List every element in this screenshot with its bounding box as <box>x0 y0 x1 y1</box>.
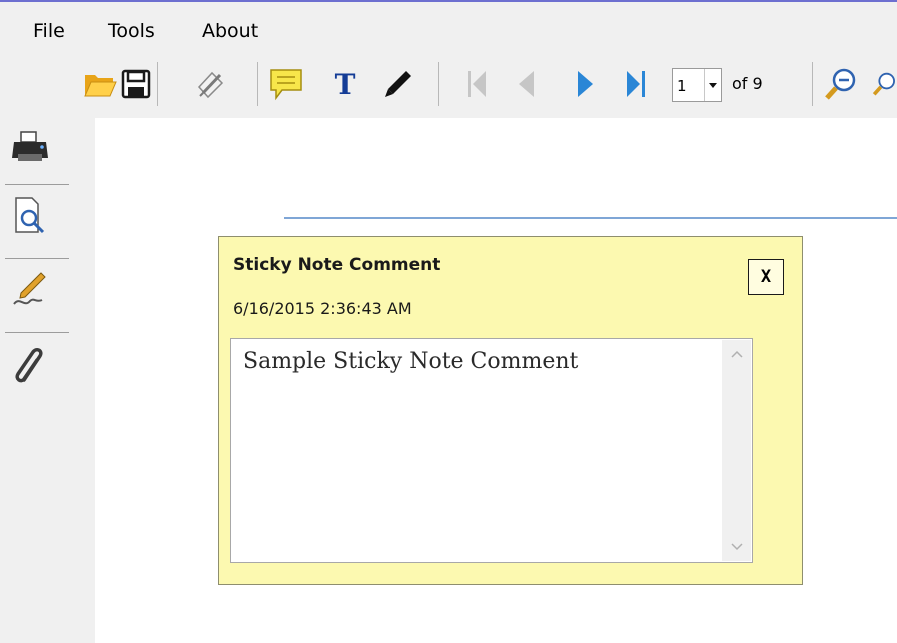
open-button[interactable] <box>82 64 118 104</box>
zoom-out-button[interactable] <box>823 64 859 104</box>
text-tool-icon: T <box>335 69 356 99</box>
prev-page-button[interactable] <box>508 64 544 104</box>
note-content-text: Sample Sticky Note Comment <box>243 349 579 374</box>
find-icon <box>15 197 45 234</box>
signature-icon <box>13 272 46 305</box>
scroll-up-button[interactable] <box>722 340 751 368</box>
page-dropdown-button[interactable] <box>704 69 721 101</box>
first-page-button[interactable] <box>459 64 495 104</box>
zoom-in-icon <box>872 72 895 96</box>
sidebar-separator <box>5 184 69 185</box>
toolbar-separator <box>812 62 813 106</box>
next-page-icon <box>578 71 593 97</box>
menu-tools[interactable]: Tools <box>108 20 155 42</box>
zoom-out-icon <box>825 68 856 100</box>
note-timestamp: 6/16/2015 2:36:43 AM <box>233 299 412 318</box>
page-selector[interactable] <box>672 68 722 102</box>
last-page-button[interactable] <box>618 64 654 104</box>
svg-text:T: T <box>335 69 356 99</box>
sign-pen-icon <box>197 71 224 99</box>
open-folder-icon <box>84 75 117 97</box>
chevron-up-icon <box>730 350 743 358</box>
sticky-note-popup: Sticky Note Comment 6/16/2015 2:36:43 AM… <box>218 236 803 585</box>
zoom-in-button[interactable] <box>872 64 897 104</box>
chevron-down-icon <box>730 543 743 551</box>
sidebar-separator <box>5 332 69 333</box>
sticky-note-icon <box>270 69 302 101</box>
page-count-label: of 9 <box>732 74 763 93</box>
attachment-icon <box>15 348 43 383</box>
pencil-button[interactable] <box>380 64 416 104</box>
printer-icon <box>12 131 48 161</box>
attachment-button[interactable] <box>10 344 50 388</box>
toolbar-separator <box>257 62 258 106</box>
pencil-icon <box>385 71 411 97</box>
sidebar-separator <box>5 258 69 259</box>
scroll-down-button[interactable] <box>722 533 751 561</box>
vertical-scrollbar[interactable] <box>722 340 751 561</box>
left-sidebar <box>0 118 95 643</box>
first-page-icon <box>468 71 486 97</box>
close-label: X <box>760 267 772 287</box>
prev-page-icon <box>519 71 534 97</box>
menu-about[interactable]: About <box>202 20 258 42</box>
toolbar: T of 9 <box>0 52 897 118</box>
document-page-edge <box>284 217 897 219</box>
note-title: Sticky Note Comment <box>233 255 441 275</box>
note-content-field[interactable]: Sample Sticky Note Comment <box>230 338 753 563</box>
find-button[interactable] <box>10 194 50 238</box>
menu-file[interactable]: File <box>33 20 65 42</box>
print-button[interactable] <box>10 126 50 170</box>
save-icon <box>121 69 151 99</box>
signature-button[interactable] <box>10 268 50 312</box>
close-button[interactable]: X <box>748 259 784 295</box>
sign-button[interactable] <box>193 64 229 104</box>
page-number-input[interactable] <box>677 75 705 97</box>
text-tool-button[interactable]: T <box>327 64 363 104</box>
menu-bar: File Tools About <box>0 2 897 52</box>
next-page-button[interactable] <box>567 64 603 104</box>
save-button[interactable] <box>118 64 154 104</box>
sticky-note-button[interactable] <box>268 64 304 104</box>
toolbar-separator <box>157 62 158 106</box>
toolbar-separator <box>438 62 439 106</box>
chevron-down-icon <box>709 83 717 88</box>
last-page-icon <box>627 71 645 97</box>
